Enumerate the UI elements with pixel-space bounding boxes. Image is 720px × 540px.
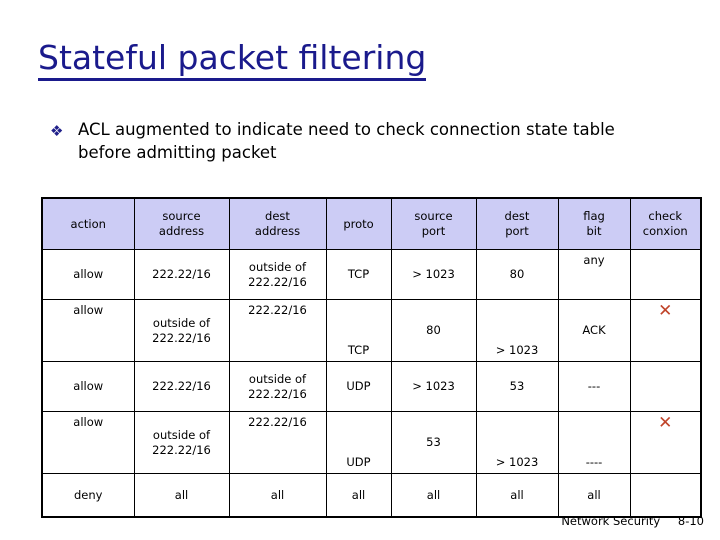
cell-action: allow [41,299,135,362]
cell-check-conxion: ✕ [629,299,702,362]
column-header-dest-port: dest port [475,197,559,250]
cell-source-port: > 1023 [390,249,477,300]
cell-dest-port: all [475,473,559,518]
cell-dest-port: > 1023 [475,299,559,362]
cell-dest-address-line1: 222.22/16 [248,303,307,317]
cell-dest-address: 222.22/16 [228,411,327,474]
cell-source-address-line1: outside of [152,427,211,442]
column-header-source-port: source port [390,197,477,250]
cell-source-address: 222.22/16 [133,361,230,412]
column-header-source-address: source address [133,197,230,250]
column-header-proto-line1: proto [343,216,374,231]
column-header-action: action [41,197,135,250]
cell-dest-address-line1: 222.22/16 [248,415,307,429]
column-header-source-address-line2: address [158,224,205,238]
cell-source-port: 80 [390,299,477,362]
cell-source-address: outside of 222.22/16 [133,299,230,362]
page-title: Stateful packet filtering [38,38,427,81]
bullet-item-text: ACL augmented to indicate need to check … [78,120,615,162]
cell-dest-address: outside of 222.22/16 [228,361,327,412]
cell-check-conxion [629,473,702,518]
cell-dest-address-line2: 222.22/16 [248,274,307,289]
cell-dest-address: all [228,473,327,518]
table-row: allow 222.22/16 outside of 222.22/16 TCP… [41,249,702,300]
cell-dest-port: 80 [475,249,559,300]
cell-source-address-line1: outside of [152,315,211,330]
column-header-flag-bit-line1: flag [583,209,605,223]
cell-dest-port: 53 [475,361,559,412]
cell-check-conxion [629,361,702,412]
column-header-dest-address-line2: address [254,224,301,238]
column-header-source-port-line1: source [414,209,453,223]
cell-proto: TCP [325,249,392,300]
cell-flag-bit: ACK [557,299,631,362]
cell-action: deny [41,473,135,518]
cell-source-address: 222.22/16 [133,249,230,300]
cell-flag-bit: any [557,249,631,300]
column-header-check-conxion-line2: conxion [642,224,688,238]
column-header-check-conxion: check conxion [629,197,702,250]
cell-check-conxion [629,249,702,300]
diamond-bullet-icon: ❖ [50,122,64,140]
column-header-proto: proto [325,197,392,250]
cell-proto: UDP [325,411,392,474]
cross-icon: ✕ [658,301,673,321]
cell-flag-bit: --- [557,361,631,412]
cell-source-address-line1: 222.22/16 [152,267,211,281]
cell-source-address-line2: 222.22/16 [152,330,211,345]
cell-dest-address: outside of 222.22/16 [228,249,327,300]
cell-flag-bit: ---- [557,411,631,474]
bullet-item: ❖ ACL augmented to indicate need to chec… [50,118,670,164]
footer-page-number: 8-10 [677,514,704,528]
column-header-flag-bit: flag bit [557,197,631,250]
cell-source-address-line2: 222.22/16 [152,442,211,457]
column-header-action-line1: action [70,216,106,231]
cell-dest-address-line1: outside of [248,259,307,274]
cell-action: allow [41,411,135,474]
column-header-dest-port-line2: port [505,224,529,238]
table-row: allow outside of 222.22/16 222.22/16 TCP… [41,299,702,362]
cell-source-address: outside of 222.22/16 [133,411,230,474]
column-header-source-port-line2: port [421,224,446,238]
cell-source-port: 53 [390,411,477,474]
cell-proto: UDP [325,361,392,412]
cell-dest-address-line1: outside of [248,371,307,386]
cell-source-address-line1: 222.22/16 [152,379,211,393]
column-header-check-conxion-line1: check [648,209,683,223]
column-header-dest-address: dest address [228,197,327,250]
cell-source-port: > 1023 [390,361,477,412]
footer-course-label: Network Security [561,514,661,528]
table-row: allow outside of 222.22/16 222.22/16 UDP… [41,411,702,474]
cell-source-port: all [390,473,477,518]
cell-proto: all [325,473,392,518]
cell-action: allow [41,249,135,300]
slide-footer: Network Security 8-10 [561,514,704,528]
table-row: allow 222.22/16 outside of 222.22/16 UDP… [41,361,702,412]
table-row: deny all all all all all all [41,473,702,518]
cell-action: allow [41,361,135,412]
cross-icon: ✕ [658,413,673,433]
column-header-dest-port-line1: dest [504,209,530,223]
table-header-row: action source address dest address proto… [41,197,702,250]
cell-proto: TCP [325,299,392,362]
cell-source-address: all [133,473,230,518]
cell-dest-port: > 1023 [475,411,559,474]
cell-check-conxion: ✕ [629,411,702,474]
column-header-flag-bit-line2: bit [586,224,602,238]
cell-flag-bit: all [557,473,631,518]
cell-dest-address-line2: 222.22/16 [248,386,307,401]
column-header-dest-address-line1: dest [265,209,290,223]
column-header-source-address-line1: source [162,209,201,223]
acl-table: action source address dest address proto… [41,197,702,518]
page-title-text: Stateful packet filtering [38,38,427,81]
cell-dest-address: 222.22/16 [228,299,327,362]
